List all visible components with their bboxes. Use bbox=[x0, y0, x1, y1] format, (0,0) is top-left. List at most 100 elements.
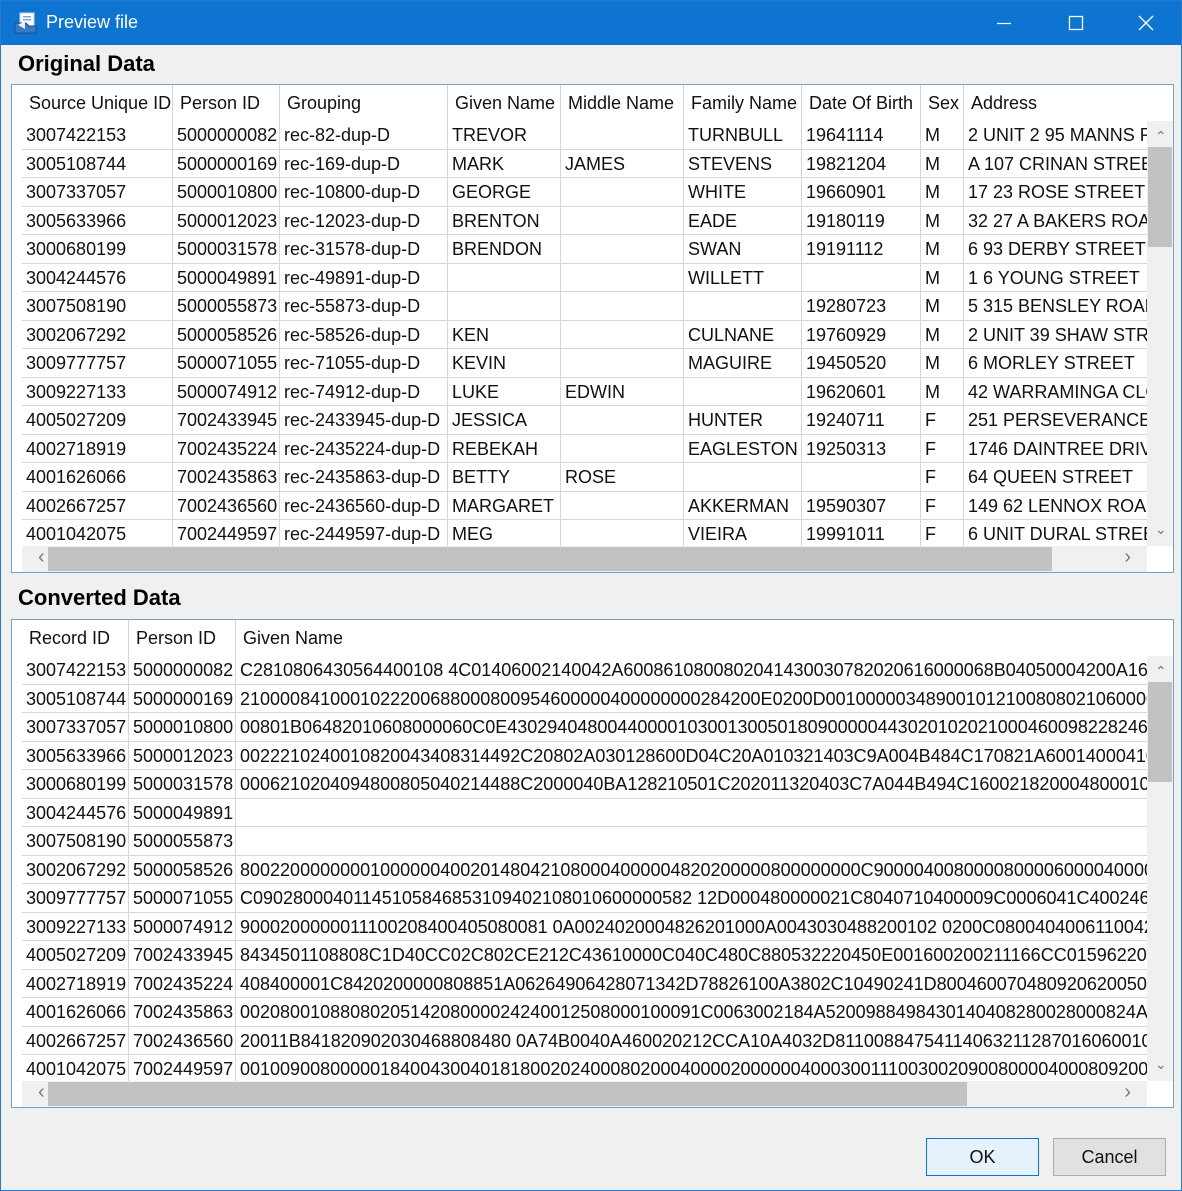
table-row[interactable]: 3004244576 5000049891 rec-49891-dup-D WILLE… bbox=[22, 263, 1147, 292]
table-cell: M bbox=[921, 235, 964, 263]
maximize-button[interactable] bbox=[1041, 1, 1111, 45]
original-column-header[interactable]: Address bbox=[964, 85, 1173, 121]
table-row[interactable]: 3007508190 5000055873 bbox=[22, 827, 1147, 856]
original-column-header[interactable]: Sex bbox=[921, 85, 964, 121]
scroll-up-icon[interactable]: ⌃ bbox=[1155, 664, 1167, 678]
table-row[interactable]: 3002067292 5000058526 rec-58526-dup-D KEN CU… bbox=[22, 320, 1161, 349]
scroll-up-icon[interactable]: ⌃ bbox=[1155, 129, 1167, 143]
table-cell: rec-2435224-dup-D bbox=[280, 434, 448, 463]
scroll-thumb[interactable] bbox=[1148, 682, 1172, 782]
table-row[interactable]: 4005027209 7002433945 8434501108808C1D40CC… bbox=[22, 941, 1173, 970]
table-row[interactable]: 4002718919 7002435224 408400001C8420200000… bbox=[22, 969, 1173, 998]
scroll-right-icon[interactable]: › bbox=[1124, 1082, 1131, 1102]
table-row[interactable]: 3000680199 5000031578 00062102040948008050… bbox=[22, 770, 1173, 799]
table-row[interactable]: 4002667257 7002436560 rec-2436560-dup-D MAR… bbox=[22, 491, 1159, 520]
original-column-header[interactable]: Date Of Birth bbox=[802, 85, 921, 121]
table-cell: 0006210204094800805040214488C2000040BA12… bbox=[236, 770, 1173, 798]
table-cell: JESSICA bbox=[448, 406, 561, 434]
table-row[interactable]: 3009777757 5000071055 rec-71055-dup-D KEVIN… bbox=[22, 349, 1147, 378]
table-cell: 7002435863 bbox=[173, 463, 280, 491]
table-cell: 5000071055 bbox=[129, 884, 236, 912]
original-column-header[interactable]: Grouping bbox=[280, 85, 448, 121]
original-horizontal-scrollbar[interactable]: ‹ › bbox=[22, 546, 1147, 572]
table-row[interactable]: 3005633966 5000012023 rec-12023-dup-D BRENT… bbox=[22, 206, 1163, 235]
table-cell bbox=[684, 463, 802, 491]
scroll-thumb[interactable] bbox=[48, 1082, 967, 1106]
cancel-button[interactable]: Cancel bbox=[1053, 1138, 1166, 1176]
converted-column-header[interactable]: Given Name bbox=[236, 620, 1173, 656]
table-row[interactable]: 4001042075 7002449597 00100900800000184004… bbox=[22, 1055, 1173, 1084]
minimize-icon bbox=[997, 22, 1011, 25]
converted-column-header[interactable]: Person ID bbox=[129, 620, 236, 656]
original-column-header[interactable]: Source Unique ID bbox=[22, 85, 173, 121]
original-vertical-scrollbar[interactable]: ⌃ ⌄ bbox=[1147, 121, 1173, 546]
table-row[interactable]: 3007508190 5000055873 rec-55873-dup-D 19280… bbox=[22, 292, 1158, 321]
table-cell: 7002436560 bbox=[173, 491, 280, 520]
table-cell: 3004244576 bbox=[22, 798, 129, 827]
scroll-thumb[interactable] bbox=[1148, 147, 1172, 247]
table-row[interactable]: 3009777757 5000071055 C0902800040114510584… bbox=[22, 884, 1173, 913]
table-cell: 3007422153 bbox=[22, 656, 129, 684]
table-cell bbox=[561, 349, 684, 377]
table-cell: 7002433945 bbox=[129, 941, 236, 969]
table-row[interactable]: 3009227133 5000074912 90002000000111002084… bbox=[22, 912, 1173, 941]
original-data-heading: Original Data bbox=[18, 51, 155, 76]
table-cell: 5000074912 bbox=[173, 377, 280, 406]
table-cell: 1 6 YOUNG STREET bbox=[964, 264, 1173, 292]
table-row[interactable]: 3007337057 5000010800 rec-10800-dup-D GEORG… bbox=[22, 178, 1147, 207]
close-icon bbox=[1138, 15, 1154, 31]
original-column-header[interactable]: Middle Name bbox=[561, 85, 684, 121]
table-cell: 3000680199 bbox=[22, 235, 173, 263]
ok-button[interactable]: OK bbox=[926, 1138, 1039, 1176]
table-cell: rec-2433945-dup-D bbox=[280, 406, 448, 434]
table-row[interactable]: 3009227133 5000074912 rec-74912-dup-D LUKE E… bbox=[22, 377, 1159, 406]
table-cell: A 107 CRINAN STREET bbox=[964, 150, 1173, 178]
converted-column-header[interactable]: Record ID bbox=[22, 620, 129, 656]
converted-vertical-scrollbar[interactable]: ⌃ ⌄ bbox=[1147, 656, 1173, 1081]
table-cell: 9000200000011100208400405080081 0A002402… bbox=[236, 913, 1173, 941]
table-cell: VIEIRA bbox=[684, 520, 802, 548]
table-row[interactable]: 3007337057 5000010800 00801B06482010608000… bbox=[22, 713, 1173, 742]
scroll-left-icon[interactable]: ‹ bbox=[38, 1082, 45, 1102]
table-row[interactable]: 3000680199 5000031578 rec-31578-dup-D BREND… bbox=[22, 235, 1147, 264]
table-row[interactable]: 4002718919 7002435224 rec-2435224-dup-D REB… bbox=[22, 434, 1164, 463]
table-row[interactable]: 3007422153 5000000082 rec-82-dup-D TREVOR TU… bbox=[22, 121, 1153, 150]
table-cell: BRENTON bbox=[448, 206, 561, 235]
original-column-header[interactable]: Family Name bbox=[684, 85, 802, 121]
converted-data-table[interactable]: Record ID Person ID Given Name 3007422153 50… bbox=[11, 619, 1174, 1108]
table-row[interactable]: 3005633966 5000012023 00222102400108200434… bbox=[22, 741, 1173, 770]
table-cell: AKKERMAN bbox=[684, 491, 802, 520]
table-row[interactable]: 4001626066 7002435863 rec-2435863-dup-D BET… bbox=[22, 463, 1147, 492]
table-row[interactable]: 4005027209 7002433945 rec-2433945-dup-D JES… bbox=[22, 406, 1173, 435]
original-column-header[interactable]: Person ID bbox=[173, 85, 280, 121]
table-row[interactable]: 4001626066 7002435863 00208001088080205142… bbox=[22, 998, 1173, 1027]
table-cell: 6 MORLEY STREET bbox=[964, 349, 1173, 377]
close-button[interactable] bbox=[1111, 1, 1181, 45]
table-cell: rec-10800-dup-D bbox=[280, 178, 448, 206]
original-data-table[interactable]: Source Unique ID Person ID Grouping Given N… bbox=[11, 84, 1174, 573]
table-row[interactable]: 3007422153 5000000082 C2810806430564400108… bbox=[22, 656, 1173, 685]
table-row[interactable]: 4001042075 7002449597 rec-2449597-dup-D MEG… bbox=[22, 520, 1166, 549]
table-cell: 4005027209 bbox=[22, 406, 173, 434]
table-cell: 3005633966 bbox=[22, 741, 129, 770]
table-cell: CULNANE bbox=[684, 320, 802, 349]
scroll-left-icon[interactable]: ‹ bbox=[38, 547, 45, 567]
table-cell: 5000031578 bbox=[173, 235, 280, 263]
table-row[interactable]: 4002667257 7002436560 20011B84182090203046… bbox=[22, 1026, 1173, 1055]
scroll-down-icon[interactable]: ⌄ bbox=[1155, 522, 1167, 536]
title-bar[interactable]: Preview file bbox=[1, 1, 1181, 45]
original-column-header[interactable]: Given Name bbox=[448, 85, 561, 121]
table-cell: rec-169-dup-D bbox=[280, 149, 448, 178]
table-cell: EDWIN bbox=[561, 377, 684, 406]
table-row[interactable]: 3005108744 5000000169 rec-169-dup-D MARK JAM… bbox=[22, 149, 1164, 178]
converted-horizontal-scrollbar[interactable]: ‹ › bbox=[22, 1081, 1147, 1107]
scroll-down-icon[interactable]: ⌄ bbox=[1155, 1057, 1167, 1071]
table-row[interactable]: 3005108744 5000000169 21000084100010222006… bbox=[22, 684, 1173, 713]
scroll-right-icon[interactable]: › bbox=[1124, 547, 1131, 567]
table-row[interactable]: 3004244576 5000049891 bbox=[22, 798, 1147, 827]
converted-data-heading: Converted Data bbox=[18, 585, 181, 610]
scroll-thumb[interactable] bbox=[48, 547, 1052, 571]
table-cell: 3007422153 bbox=[22, 121, 173, 149]
table-row[interactable]: 3002067292 5000058526 80022000000001000000… bbox=[22, 855, 1173, 884]
minimize-button[interactable] bbox=[969, 1, 1039, 45]
